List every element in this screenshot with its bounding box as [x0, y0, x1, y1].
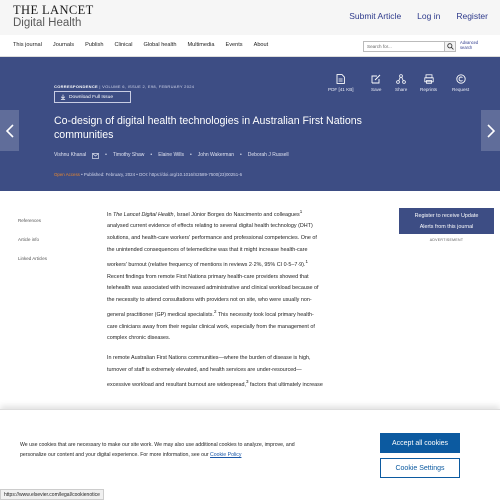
article-type: CORRESPONDENCE: [54, 84, 98, 89]
article-paragraph: In remote Australian First Nations commu…: [107, 353, 323, 392]
nav-this-journal[interactable]: This journal: [13, 42, 42, 48]
share-label: Share: [395, 87, 408, 92]
doi-link[interactable]: DOI: https://doi.org/10.1016/S2589-7500(…: [139, 172, 242, 177]
nav-global-health[interactable]: Global health: [143, 42, 176, 48]
chevron-left-icon: [5, 123, 14, 138]
register-alerts-line-2: Alerts from this journal: [419, 223, 474, 230]
nav-journals[interactable]: Journals: [53, 42, 74, 48]
author-separator: •: [105, 152, 107, 158]
author-list: Vishnu Khanal • Timothy Shaw • Elaine Wi…: [54, 152, 289, 159]
search-input[interactable]: Search for...: [363, 41, 456, 52]
register-alerts-line-1: Register to receive Update: [414, 213, 479, 219]
request-tool[interactable]: Request: [452, 74, 469, 92]
author-name[interactable]: Vishnu Khanal: [54, 152, 86, 159]
previous-article-arrow[interactable]: [0, 110, 19, 151]
request-icon: [455, 74, 466, 84]
article-body: In The Lancet Digital Health, Israel Jún…: [107, 206, 323, 400]
paragraph-text: analysed current evidence of effects rel…: [107, 223, 317, 268]
share-tool[interactable]: Share: [395, 74, 407, 92]
top-header: THE LANCET Digital Health Submit Article…: [0, 0, 500, 35]
download-icon: [60, 94, 66, 100]
reprints-label: Reprints: [420, 87, 438, 92]
author-separator: •: [240, 152, 242, 158]
reference-link[interactable]: 1: [305, 259, 308, 264]
download-label: Download Full Issue: [69, 94, 114, 100]
author-name[interactable]: Elaine Wills: [158, 152, 184, 159]
next-article-arrow[interactable]: [481, 110, 500, 151]
save-tool[interactable]: Save: [371, 74, 381, 92]
request-label: Request: [452, 87, 470, 92]
chevron-right-icon: [486, 123, 495, 138]
journal-name: The Lancet Digital Health: [113, 211, 174, 218]
nav-about[interactable]: About: [254, 42, 269, 48]
reference-link[interactable]: 1: [300, 209, 303, 214]
login-link[interactable]: Log in: [417, 11, 440, 21]
cookie-policy-link[interactable]: Cookie Policy: [210, 452, 241, 458]
logo-line-2: Digital Health: [13, 16, 82, 29]
account-links: Submit Article Log in Register: [349, 11, 488, 21]
nav-events[interactable]: Events: [225, 42, 242, 48]
paragraph-text: factors that ultimately increase: [248, 381, 323, 388]
volume-issue: VOLUME 6, ISSUE 2, E98, FEBRUARY 2024: [102, 84, 195, 89]
paragraph-text: , Israel Júnior Borges do Nascimento and…: [173, 211, 300, 218]
author-name[interactable]: John Wakerman: [198, 152, 234, 159]
author-separator: •: [190, 152, 192, 158]
article-type-line: CORRESPONDENCE | VOLUME 6, ISSUE 2, E98,…: [54, 84, 194, 89]
cookie-text: We use cookies that are necessary to mak…: [20, 442, 295, 458]
reprints-icon: [423, 74, 434, 84]
journal-logo[interactable]: THE LANCET Digital Health: [13, 4, 94, 29]
download-full-issue-button[interactable]: Download Full Issue: [54, 91, 131, 103]
status-bar-url: https://www.elsevier.com/legal/cookienot…: [0, 489, 104, 500]
advanced-search-line-2: search: [460, 45, 473, 51]
sidebar-item-references[interactable]: References: [18, 218, 47, 223]
cookie-settings-button[interactable]: Cookie Settings: [380, 458, 460, 478]
share-icon: [396, 74, 406, 84]
article-paragraph: In The Lancet Digital Health, Israel Jún…: [107, 206, 323, 345]
open-access-badge: Open Access: [54, 172, 80, 177]
article-sidebar: References Article info Linked Articles: [18, 218, 47, 261]
advanced-search-link[interactable]: Advanced search: [460, 40, 484, 50]
author-name[interactable]: Timothy Shaw: [113, 152, 145, 159]
publication-meta: Open Access • Published: February, 2024 …: [54, 172, 242, 177]
sidebar-item-article-info[interactable]: Article info: [18, 237, 47, 242]
logo-line-1: THE LANCET: [13, 3, 94, 17]
nav-publish[interactable]: Publish: [85, 42, 103, 48]
nav-clinical[interactable]: Clinical: [114, 42, 132, 48]
author-name[interactable]: Deborah J Russell: [248, 152, 289, 159]
pdf-icon: [336, 74, 346, 84]
cookie-banner: We use cookies that are necessary to mak…: [0, 409, 500, 500]
pdf-tool[interactable]: PDF [41 KB]: [328, 74, 354, 92]
save-icon: [371, 74, 381, 84]
search-icon: [446, 43, 454, 50]
pdf-label: PDF [41 KB]: [328, 87, 354, 92]
search-button[interactable]: [444, 41, 456, 52]
submit-article-link[interactable]: Submit Article: [349, 11, 401, 21]
sidebar-item-linked-articles[interactable]: Linked Articles: [18, 256, 47, 261]
accept-all-cookies-button[interactable]: Accept all cookies: [380, 433, 460, 453]
reprints-tool[interactable]: Reprints: [420, 74, 437, 92]
nav-multimedia[interactable]: Multimedia: [187, 42, 214, 48]
article-title: Co-design of digital health technologies…: [54, 115, 362, 142]
advertisement-label: ADVERTISEMENT: [429, 238, 464, 242]
cookie-message: We use cookies that are necessary to mak…: [20, 441, 316, 461]
email-icon[interactable]: [92, 152, 100, 159]
save-label: Save: [371, 87, 382, 92]
author-separator: •: [150, 152, 153, 158]
published-date: Published: February, 2024: [83, 172, 136, 177]
register-alerts-button[interactable]: Register to receive Update Alerts from t…: [399, 208, 494, 234]
register-link[interactable]: Register: [456, 11, 488, 21]
